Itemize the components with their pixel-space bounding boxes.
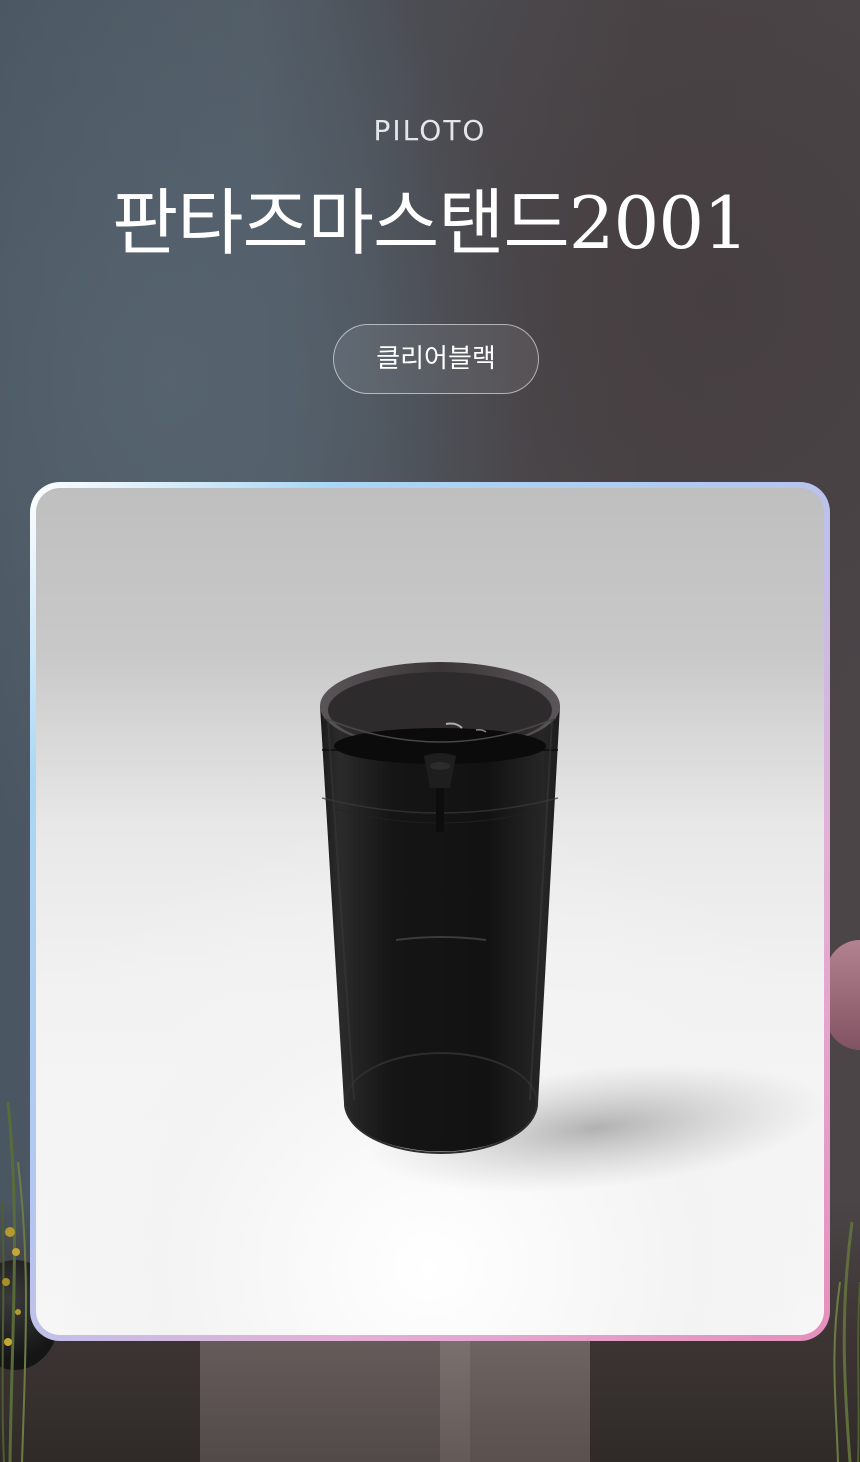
- color-option-button[interactable]: 클리어블랙: [333, 324, 539, 394]
- background-step: [200, 1340, 470, 1462]
- product-title: 판타즈마스탠드2001: [112, 181, 749, 265]
- background-pink-object: [826, 940, 860, 1050]
- background-step-lit: [440, 1340, 590, 1462]
- product-card: [30, 482, 830, 1341]
- cylinder-stand-image: [320, 662, 824, 1193]
- brand-name: PILOTO: [373, 114, 487, 147]
- product-card-inner: [36, 488, 824, 1335]
